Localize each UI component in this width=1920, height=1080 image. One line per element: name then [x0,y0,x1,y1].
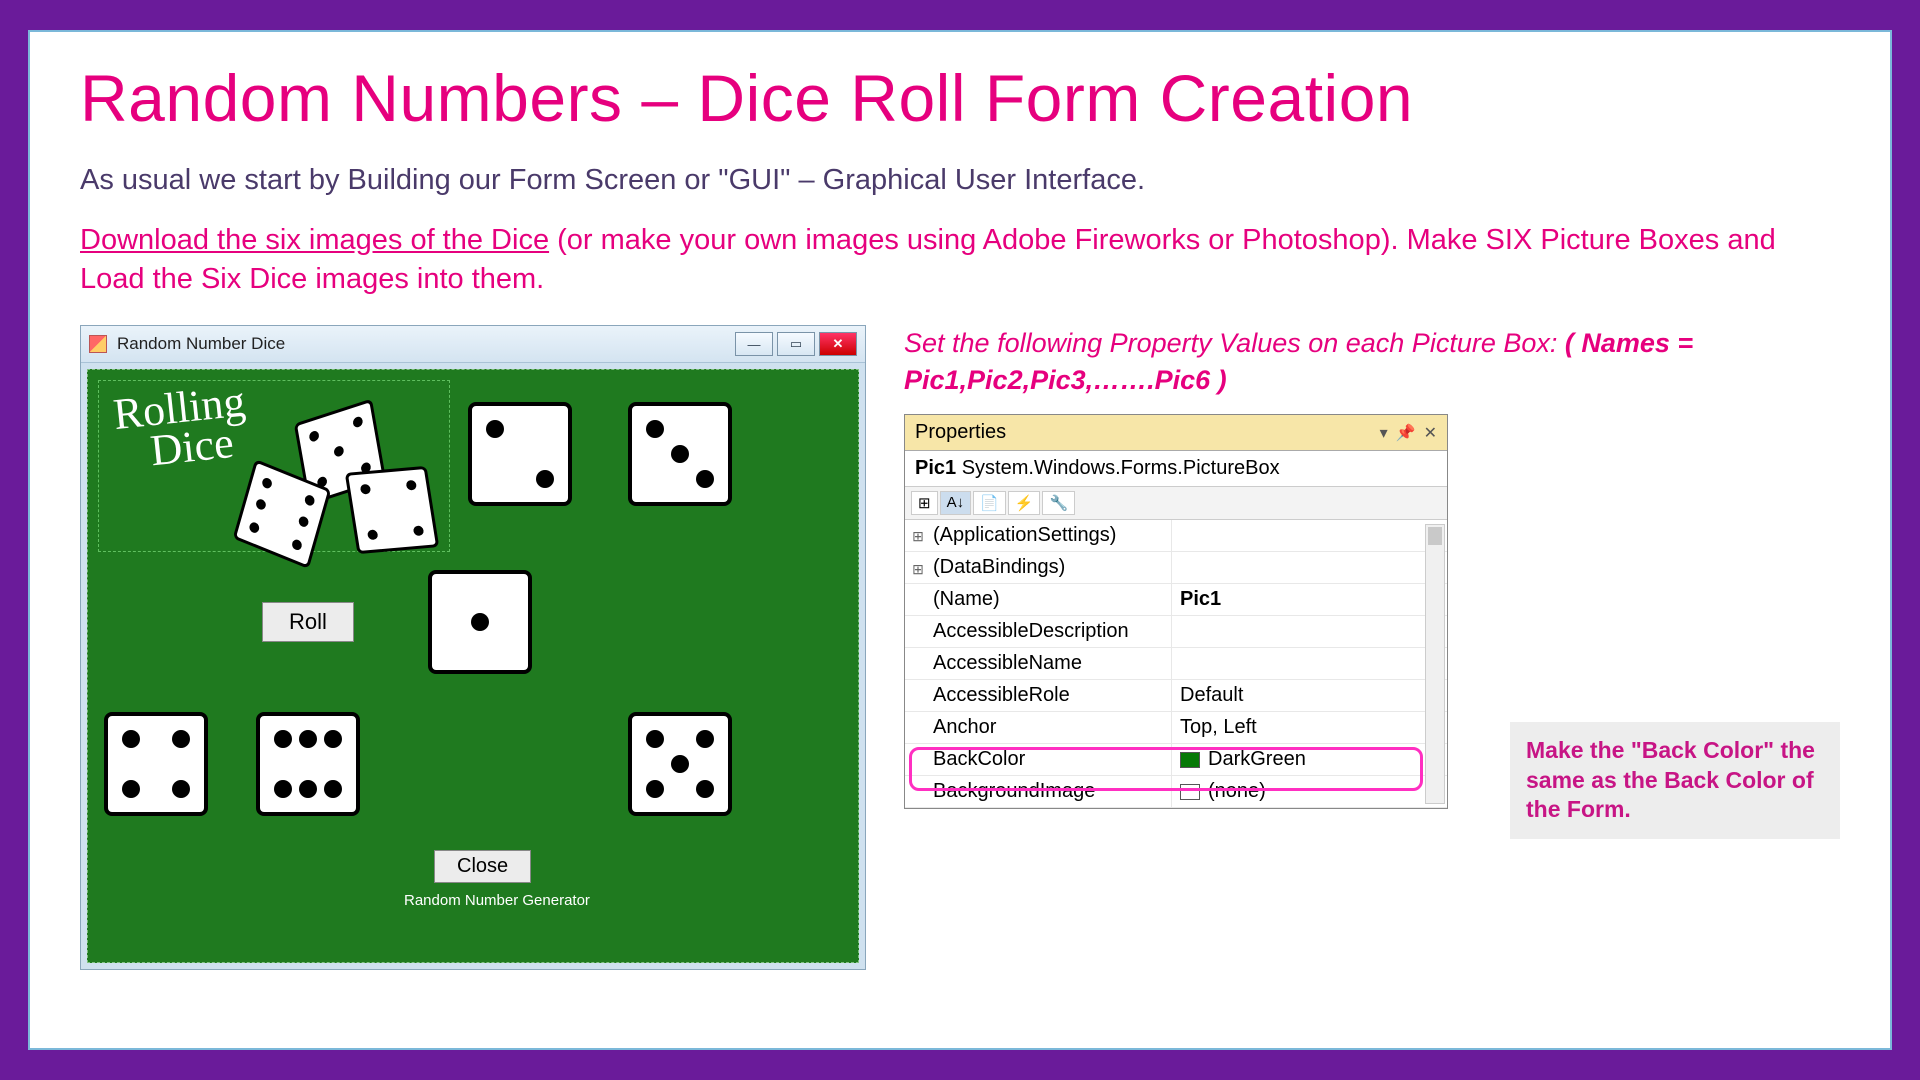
categorized-icon[interactable]: ⊞ [911,491,938,515]
color-swatch [1180,752,1200,768]
app-icon [89,335,107,353]
prop-row[interactable]: BackgroundImage(none) [905,776,1447,808]
pic1-die[interactable] [428,570,532,674]
expand-icon[interactable]: ⊞ [911,528,925,545]
prop-row[interactable]: (DataBindings) [905,552,1447,584]
slide: Random Numbers – Dice Roll Form Creation… [28,30,1892,1050]
prop-name: AccessibleDescription [905,616,1172,647]
prop-row[interactable]: BackColorDarkGreen [905,744,1447,776]
logo-die-icon [345,466,440,554]
pic5-die[interactable] [628,712,732,816]
properties-icon[interactable]: 📄 [973,491,1006,515]
intro-text: As usual we start by Building our Form S… [80,164,1840,197]
minimize-button[interactable]: — [735,332,773,356]
prop-name: AccessibleName [905,648,1172,679]
prop-name: (ApplicationSettings) [905,520,1172,551]
prop-value[interactable] [1172,520,1447,551]
callout-note: Make the "Back Color" the same as the Ba… [1510,722,1840,840]
prop-value[interactable] [1172,616,1447,647]
prop-name: BackgroundImage [905,776,1172,807]
slide-title: Random Numbers – Dice Roll Form Creation [80,60,1840,136]
caption-text: Set the following Property Values on eac… [904,328,1565,358]
prop-row[interactable]: (ApplicationSettings) [905,520,1447,552]
maximize-button[interactable]: ▭ [777,332,815,356]
prop-name: (DataBindings) [905,552,1172,583]
pic4-die[interactable] [104,712,208,816]
prop-value[interactable]: Pic1 [1172,584,1447,615]
footer-label: Random Number Generator [404,892,590,909]
prop-row[interactable]: AnchorTop, Left [905,712,1447,744]
panel-icons: ▾ 📌 ✕ [1380,423,1437,443]
pic6-die[interactable] [256,712,360,816]
close-button[interactable]: Close [434,850,531,883]
prop-name: BackColor [905,744,1172,775]
prop-name: AccessibleRole [905,680,1172,711]
close-x-button[interactable]: ✕ [819,332,857,356]
properties-grid: ⊞(ApplicationSettings)⊞(DataBindings)(Na… [905,520,1447,808]
color-swatch [1180,784,1200,800]
prop-name: (Name) [905,584,1172,615]
properties-toolbar: ⊞ A↓ 📄 ⚡ 🔧 [905,487,1447,520]
pic3-die[interactable] [628,402,732,506]
logo-area: Rolling Dice [98,380,450,552]
form-client-area: Rolling Dice Roll Close Random Number Ge… [87,369,859,963]
right-column: Set the following Property Values on eac… [904,325,1840,965]
download-link[interactable]: Download the six images of the Dice [80,224,549,256]
prop-row[interactable]: AccessibleName [905,648,1447,680]
properties-panel: Properties ▾ 📌 ✕ Pic1 System.Windows.For… [904,414,1448,809]
form-window: Random Number Dice — ▭ ✕ Rolling Dice [80,325,866,970]
pic2-die[interactable] [468,402,572,506]
dropdown-icon[interactable]: ▾ [1380,423,1388,443]
component-type: System.Windows.Forms.PictureBox [962,457,1280,479]
window-title: Random Number Dice [117,334,285,354]
wrench-icon[interactable]: 🔧 [1042,491,1075,515]
pin-icon[interactable]: 📌 [1396,423,1416,443]
close-panel-icon[interactable]: ✕ [1424,423,1437,443]
scrollbar[interactable] [1425,524,1445,804]
roll-button[interactable]: Roll [262,602,354,642]
prop-row[interactable]: AccessibleRoleDefault [905,680,1447,712]
component-selector[interactable]: Pic1 System.Windows.Forms.PictureBox [905,451,1447,487]
prop-name: Anchor [905,712,1172,743]
prop-value[interactable]: (none) [1172,776,1447,807]
prop-row[interactable]: (Name)Pic1 [905,584,1447,616]
props-caption: Set the following Property Values on eac… [904,325,1840,398]
prop-value[interactable] [1172,552,1447,583]
prop-row[interactable]: AccessibleDescription [905,616,1447,648]
properties-header: Properties ▾ 📌 ✕ [905,415,1447,451]
prop-value[interactable] [1172,648,1447,679]
prop-value[interactable]: Top, Left [1172,712,1447,743]
logo-text: Rolling Dice [95,374,251,476]
events-icon[interactable]: ⚡ [1008,491,1041,515]
alphabetical-icon[interactable]: A↓ [940,491,972,515]
prop-value[interactable]: Default [1172,680,1447,711]
content-row: Random Number Dice — ▭ ✕ Rolling Dice [80,325,1840,970]
prop-value[interactable]: DarkGreen [1172,744,1447,775]
titlebar: Random Number Dice — ▭ ✕ [81,326,865,363]
expand-icon[interactable]: ⊞ [911,561,925,578]
instructions: Download the six images of the Dice (or … [80,221,1840,299]
properties-title: Properties [915,421,1380,444]
